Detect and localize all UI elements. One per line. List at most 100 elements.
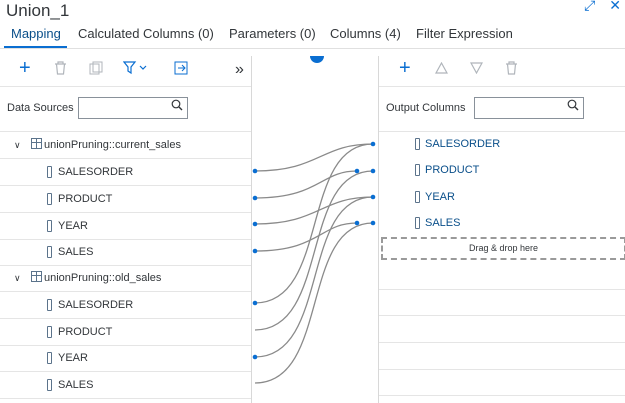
output-column-row[interactable]: PRODUCT	[379, 157, 625, 183]
column-label: YEAR	[58, 352, 88, 364]
source-column-row[interactable]: SALESORDER	[0, 159, 251, 186]
search-icon	[567, 99, 579, 114]
column-icon	[47, 326, 52, 338]
connector-line	[254, 170, 358, 199]
column-icon	[415, 217, 420, 229]
column-icon	[415, 138, 420, 150]
empty-row	[379, 316, 625, 343]
column-label: SALES	[425, 217, 461, 229]
source-column-row[interactable]: YEAR	[0, 213, 251, 240]
table-icon	[31, 271, 42, 282]
column-icon	[47, 193, 52, 205]
connector-line	[254, 196, 374, 225]
double-chevron-right-icon[interactable]: »	[235, 61, 244, 79]
column-icon	[47, 166, 52, 178]
source-column-row[interactable]: YEAR	[0, 345, 251, 372]
connector-dot	[252, 354, 258, 360]
left-toolbar: + »	[0, 56, 251, 87]
output-column-row[interactable]: SALES	[379, 210, 625, 236]
triangle-up-icon[interactable]	[434, 61, 449, 79]
chevron-down-icon[interactable]: ∨	[14, 265, 21, 291]
triangle-down-icon[interactable]	[469, 61, 484, 79]
tab-calculated-columns[interactable]: Calculated Columns (0)	[78, 26, 214, 41]
trash-icon[interactable]	[54, 61, 67, 80]
connector-dot	[370, 141, 376, 147]
source-column-row[interactable]: PRODUCT	[0, 319, 251, 346]
column-label: PRODUCT	[58, 193, 113, 205]
plus-icon[interactable]: +	[399, 58, 411, 78]
column-icon	[47, 299, 52, 311]
column-label: YEAR	[425, 191, 455, 203]
source-name: unionPruning::old_sales	[44, 272, 162, 284]
column-label: YEAR	[58, 220, 88, 232]
plus-icon[interactable]: +	[19, 58, 31, 78]
connector-dot	[370, 194, 376, 200]
source-column-row[interactable]: SALESORDER	[0, 292, 251, 319]
source-column-row[interactable]: SALES	[0, 372, 251, 399]
splitter-handle[interactable]	[310, 56, 324, 63]
connector-dot	[252, 168, 258, 174]
export-icon[interactable]	[174, 61, 188, 80]
column-icon	[47, 220, 52, 232]
connector-dot	[252, 248, 258, 254]
column-label: SALESORDER	[58, 166, 134, 178]
empty-row	[379, 369, 625, 396]
empty-row	[379, 263, 625, 290]
empty-row	[379, 343, 625, 370]
connector-line	[254, 143, 374, 172]
table-icon	[31, 138, 42, 149]
column-icon	[47, 246, 52, 258]
empty-row	[379, 289, 625, 316]
column-label: PRODUCT	[58, 326, 113, 338]
connector-line	[254, 170, 374, 331]
output-column-row[interactable]: YEAR	[379, 184, 625, 210]
column-label: SALES	[58, 246, 94, 258]
filter-icon[interactable]	[122, 61, 147, 80]
column-icon	[47, 352, 52, 364]
column-label: SALESORDER	[58, 299, 134, 311]
source-column-row[interactable]: SALES	[0, 239, 251, 266]
connector-dot	[370, 168, 376, 174]
tab-columns[interactable]: Columns (4)	[330, 26, 401, 41]
tab-parameters[interactable]: Parameters (0)	[229, 26, 316, 41]
column-label: SALES	[58, 379, 94, 391]
column-label: PRODUCT	[425, 164, 480, 176]
connector-dot	[370, 220, 376, 226]
connector-line	[254, 143, 374, 304]
close-icon[interactable]: ✕	[609, 0, 621, 13]
window-title: Union_1	[6, 1, 70, 20]
column-icon	[415, 164, 420, 176]
data-sources-search-input[interactable]	[78, 97, 188, 119]
connector-line	[254, 222, 374, 384]
source-node-current-sales[interactable]: ∨ unionPruning::current_sales	[0, 132, 251, 159]
trash-icon[interactable]	[505, 61, 518, 80]
connector-dot	[252, 195, 258, 201]
data-sources-panel: + » Data Sources ∨ unionPruning::current…	[0, 56, 252, 403]
output-columns-label: Output Columns	[386, 102, 466, 114]
right-toolbar: +	[379, 56, 625, 87]
tab-divider	[0, 48, 625, 49]
connector-dot	[354, 168, 360, 174]
search-icon	[171, 99, 183, 114]
tab-mapping[interactable]: Mapping	[11, 26, 61, 41]
copy-icon[interactable]	[89, 61, 103, 80]
output-columns-search-input[interactable]	[474, 97, 584, 119]
column-icon	[47, 379, 52, 391]
connector-dot	[252, 300, 258, 306]
drop-zone[interactable]: Drag & drop here	[381, 237, 625, 260]
output-column-row[interactable]: SALESORDER	[379, 131, 625, 157]
connector-line	[254, 222, 358, 252]
data-sources-search-row: Data Sources	[0, 87, 251, 132]
tab-filter-expression[interactable]: Filter Expression	[416, 26, 513, 41]
maximize-icon[interactable]: ⤢	[584, 0, 595, 13]
source-name: unionPruning::current_sales	[44, 139, 181, 151]
output-columns-panel: + Output Columns SALESORDER PRODUCT YEAR…	[378, 56, 625, 403]
data-sources-label: Data Sources	[7, 102, 74, 114]
chevron-down-icon[interactable]: ∨	[14, 132, 21, 158]
window-controls: ⤢ ✕	[570, 0, 621, 14]
source-node-old-sales[interactable]: ∨ unionPruning::old_sales	[0, 265, 251, 292]
column-label: SALESORDER	[425, 138, 501, 150]
source-column-row[interactable]: PRODUCT	[0, 186, 251, 213]
connector-dot	[252, 221, 258, 227]
output-columns-search-row: Output Columns	[379, 87, 625, 132]
